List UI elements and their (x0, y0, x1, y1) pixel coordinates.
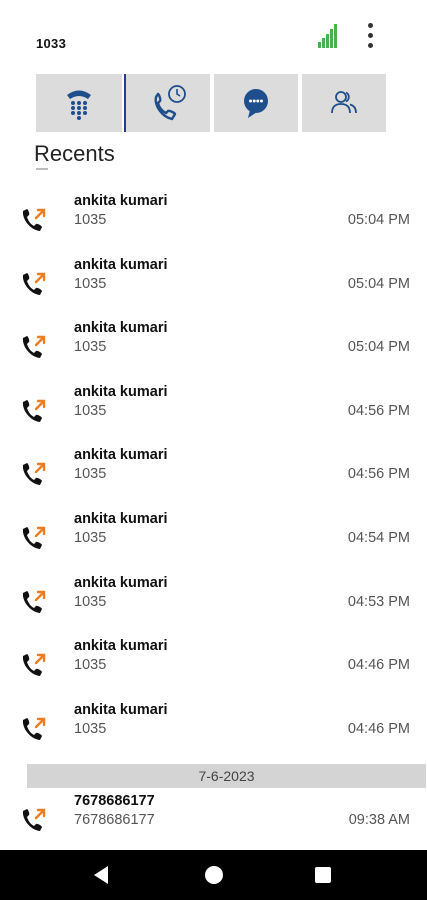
call-log-row[interactable]: ankita kumari 1035 05:04 PM (0, 180, 427, 244)
caller-name: ankita kumari (74, 256, 168, 273)
extension-number: 1033 (36, 36, 67, 51)
call-time: 04:53 PM (347, 593, 410, 610)
signal-strength-icon (318, 24, 337, 48)
tab-recents[interactable] (124, 74, 210, 132)
caller-name: ankita kumari (74, 511, 168, 527)
call-time: 04:46 PM (347, 720, 410, 737)
call-log-row[interactable]: ankita kumari 1035 04:53 PM (0, 562, 427, 626)
caller-number: 1035 (74, 530, 107, 546)
caller-name: ankita kumari (74, 383, 168, 400)
caller-number: 7678686177 (74, 812, 155, 828)
caller-number: 1035 (74, 657, 107, 674)
outgoing-call-icon (22, 399, 46, 422)
outgoing-call-icon (22, 717, 46, 740)
title-divider (36, 168, 48, 170)
caller-number: 1035 (74, 402, 107, 419)
caller-number: 1035 (74, 466, 107, 483)
caller-number: 1035 (74, 720, 107, 737)
outgoing-call-icon (22, 808, 46, 831)
caller-name: ankita kumari (74, 638, 168, 655)
call-time: 05:04 PM (347, 339, 410, 356)
call-log-row[interactable]: ankita kumari 1035 05:04 PM (0, 307, 427, 371)
top-bar: 1033 (0, 0, 427, 72)
tab-contacts[interactable] (302, 74, 386, 132)
caller-number: 1035 (74, 275, 107, 292)
system-nav-bar (0, 850, 427, 900)
page-title: Recents (34, 141, 115, 166)
tab-dialpad[interactable] (36, 74, 122, 132)
caller-number: 1035 (74, 339, 107, 356)
keypad-phone-icon (67, 90, 91, 120)
outgoing-call-icon (22, 590, 46, 613)
call-time: 04:56 PM (347, 466, 410, 483)
outgoing-call-icon (22, 526, 46, 549)
more-options-icon[interactable] (360, 20, 380, 50)
contacts-icon (331, 91, 357, 114)
outgoing-call-icon (22, 208, 46, 231)
recent-apps-icon[interactable] (315, 867, 331, 883)
call-time: 05:04 PM (347, 275, 410, 292)
outgoing-call-icon (22, 335, 46, 359)
call-log-row[interactable]: ankita kumari 1035 05:04 PM (0, 244, 427, 308)
caller-name: ankita kumari (74, 320, 168, 337)
call-log-row[interactable]: ankita kumari 1035 04:56 PM (0, 371, 427, 435)
caller-number: 1035 (74, 212, 107, 228)
caller-name: ankita kumari (74, 447, 168, 464)
caller-name: 7678686177 (74, 793, 155, 809)
call-log-row[interactable]: ankita kumari 1035 04:46 PM (0, 625, 427, 689)
caller-name: ankita kumari (74, 574, 168, 591)
outgoing-call-icon (22, 653, 46, 677)
call-log-row[interactable]: ankita kumari 1035 04:46 PM (0, 689, 427, 753)
home-icon[interactable] (205, 866, 223, 884)
tab-bar (36, 74, 388, 132)
call-time: 04:54 PM (347, 530, 410, 546)
tab-chat[interactable] (214, 74, 298, 132)
chat-bubble-icon (244, 89, 268, 118)
back-icon[interactable] (94, 866, 108, 884)
outgoing-call-icon (22, 272, 46, 295)
call-time: 09:38 AM (348, 812, 410, 828)
caller-number: 1035 (74, 593, 107, 610)
call-log-row[interactable]: ankita kumari 1035 04:54 PM (0, 498, 427, 562)
outgoing-call-icon (22, 463, 46, 486)
call-history-icon (154, 85, 186, 121)
call-log-row[interactable]: 7678686177 7678686177 09:38 AM (0, 780, 427, 844)
call-time: 04:46 PM (347, 657, 410, 674)
call-time: 05:04 PM (347, 212, 410, 228)
call-log-row[interactable]: ankita kumari 1035 04:56 PM (0, 434, 427, 498)
caller-name: ankita kumari (74, 193, 168, 209)
call-time: 04:56 PM (347, 402, 410, 419)
caller-name: ankita kumari (74, 701, 168, 718)
